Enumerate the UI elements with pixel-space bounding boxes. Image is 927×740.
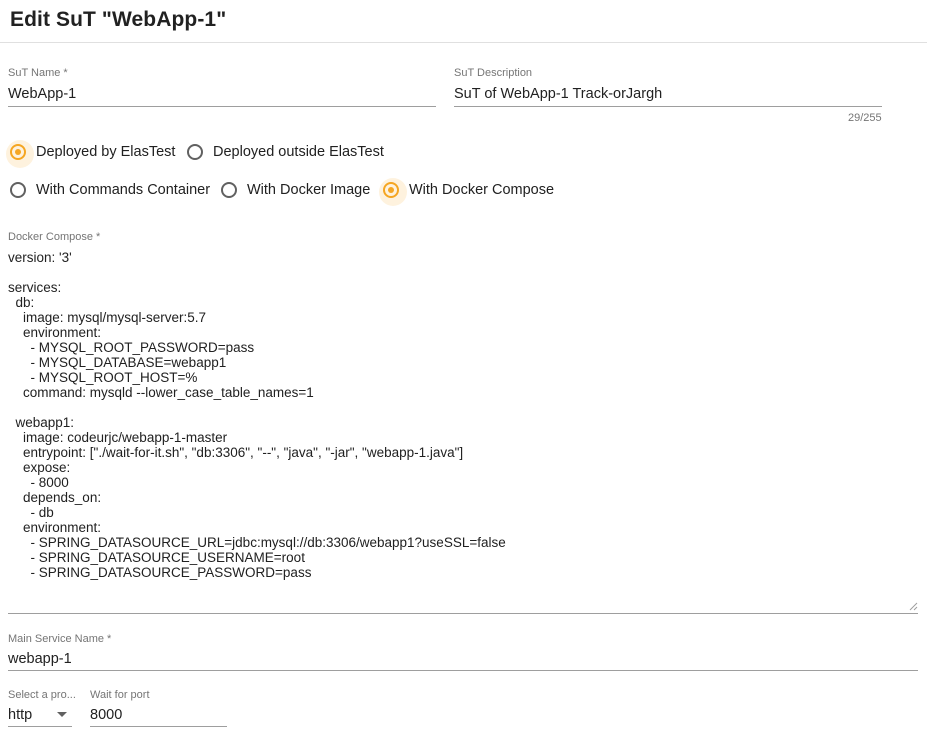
radio-deployed-by-elastest[interactable]: Deployed by ElasTest: [6, 140, 176, 168]
main-service-input[interactable]: webapp-1: [8, 651, 72, 667]
sut-name-underline: [8, 106, 436, 107]
radio-unchecked-icon: [187, 144, 203, 160]
radio-with-commands-container[interactable]: With Commands Container: [10, 182, 210, 198]
radio-label: Deployed by ElasTest: [36, 144, 176, 160]
wait-port-underline: [90, 726, 227, 727]
wait-port-label: Wait for port: [90, 689, 150, 701]
main-service-underline: [8, 670, 918, 671]
docker-compose-label: Docker Compose *: [8, 231, 101, 243]
radio-label: With Docker Image: [247, 182, 371, 198]
radio-unchecked-icon: [10, 182, 26, 198]
radio-checked-icon: [379, 178, 407, 206]
radio-deployed-outside-elastest[interactable]: Deployed outside ElasTest: [187, 144, 384, 160]
resize-handle-icon[interactable]: [908, 601, 918, 611]
protocol-underline: [8, 726, 72, 727]
sut-name-label: SuT Name *: [8, 67, 68, 79]
page-header: Edit SuT "WebApp-1": [0, 0, 927, 43]
sut-description-underline: [454, 106, 882, 107]
chevron-down-icon[interactable]: [57, 712, 67, 717]
radio-label: Deployed outside ElasTest: [213, 144, 384, 160]
radio-unchecked-icon: [221, 182, 237, 198]
radio-checked-icon: [6, 140, 34, 168]
wait-port-input[interactable]: 8000: [90, 707, 122, 723]
page-title: Edit SuT "WebApp-1": [10, 8, 227, 31]
sut-description-counter: 29/255: [848, 112, 882, 124]
docker-compose-textarea[interactable]: version: '3' services: db: image: mysql/…: [8, 250, 918, 612]
protocol-label: Select a pro...: [8, 689, 76, 701]
sut-description-label: SuT Description: [454, 67, 533, 79]
sut-description-input[interactable]: SuT of WebApp-1 Track-orJargh: [454, 86, 662, 102]
sut-name-input[interactable]: WebApp-1: [8, 86, 76, 102]
radio-with-docker-image[interactable]: With Docker Image: [221, 182, 370, 198]
main-service-label: Main Service Name *: [8, 633, 112, 645]
docker-compose-underline: [8, 613, 918, 614]
radio-label: With Commands Container: [36, 182, 211, 198]
protocol-select[interactable]: http: [8, 707, 32, 723]
radio-label: With Docker Compose: [409, 182, 555, 198]
radio-with-docker-compose[interactable]: With Docker Compose: [379, 178, 555, 206]
